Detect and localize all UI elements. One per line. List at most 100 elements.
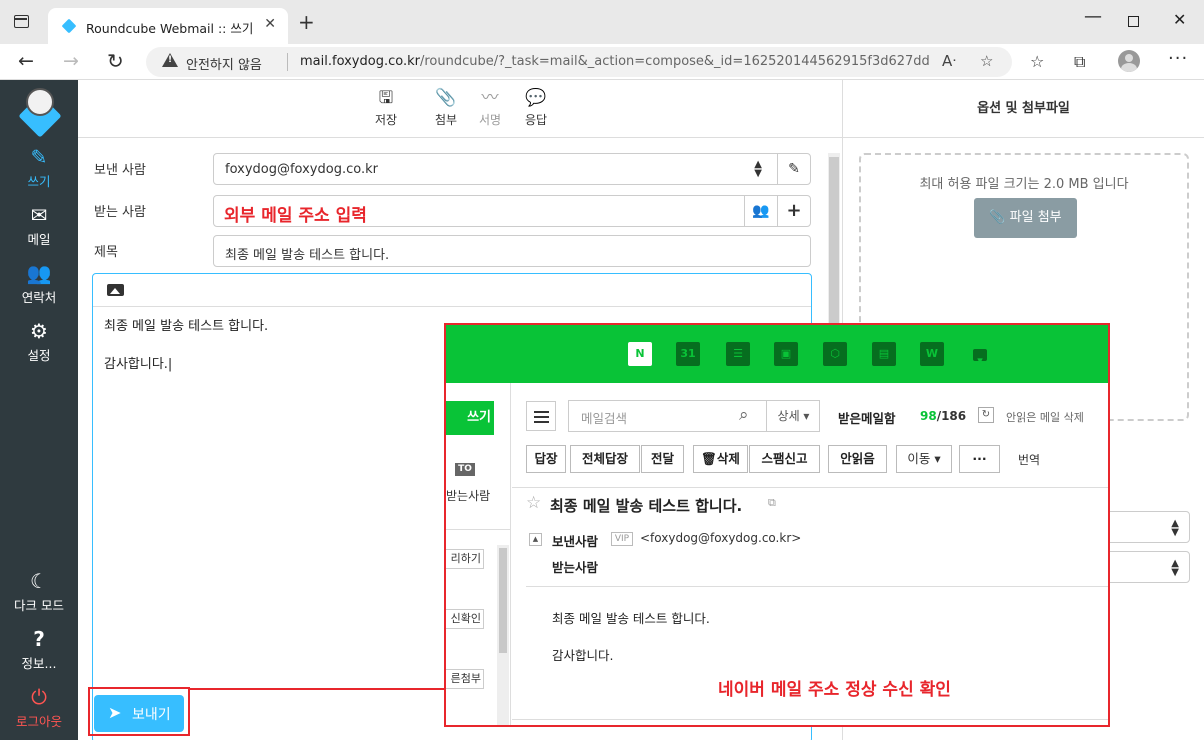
browser-tab[interactable]: Roundcube Webmail :: 쓰기 ✕	[48, 8, 288, 44]
url-text[interactable]: mail.foxydog.co.kr/roundcube/?_task=mail…	[300, 54, 930, 69]
star-icon[interactable]: ☆	[526, 493, 541, 513]
inbox-label[interactable]: 받은메일함	[838, 408, 896, 427]
edit-identity-icon[interactable]: ✎	[777, 154, 810, 184]
search-icon[interactable]: ⌕	[739, 405, 749, 425]
forward-button[interactable]: 전달	[641, 445, 684, 473]
warning-icon[interactable]	[162, 53, 178, 67]
to-field[interactable]: 외부 메일 주소 입력 👥 +	[213, 195, 811, 227]
url-field[interactable]: 안전하지 않음 mail.foxydog.co.kr/roundcube/?_t…	[146, 47, 1012, 77]
contacts-icon[interactable]: ▣	[774, 342, 798, 366]
list-icon[interactable]: ☰	[726, 342, 750, 366]
sidebar-item-compose[interactable]: ✎ 쓰기	[0, 146, 78, 190]
refresh-icon[interactable]: ↻	[978, 407, 994, 423]
reply-all-button[interactable]: 전체답장	[570, 445, 640, 473]
comment-icon: 💬	[525, 88, 547, 108]
new-tab-icon[interactable]: +	[298, 10, 315, 34]
naver-search-input[interactable]: 메일검색 ⌕ 상세 ▾	[568, 400, 820, 432]
paperclip-icon: 📎	[989, 210, 1006, 225]
compose-toolbar: 🖫 저장 📎 첨부 〰 서명 💬 응답	[78, 80, 842, 138]
naver-write-button[interactable]: 쓰기	[446, 401, 494, 435]
naver-app-bar: N 31 ☰ ▣ ⬡ ▤ W ▾	[446, 325, 1108, 383]
naver-left-column: 쓰기 TO 받는사람 리하기 신확인 른첨부	[446, 383, 511, 725]
sidebar-item-contacts[interactable]: 👥 연락처	[0, 262, 78, 306]
options-title: 옵션 및 첨부파일	[843, 80, 1204, 138]
mail-body-line-1: 최종 메일 발송 테스트 합니다.	[552, 611, 710, 626]
left-button-2[interactable]: 신확인	[446, 609, 484, 629]
sidebar-item-mail[interactable]: ✉ 메일	[0, 204, 78, 248]
maximize-icon[interactable]	[1128, 16, 1139, 27]
attach-button[interactable]: 📎 첨부	[421, 88, 471, 128]
read-aloud-icon[interactable]: Aᐧ	[942, 52, 956, 70]
to-me-label[interactable]: 받는사람	[446, 487, 490, 504]
address-bar: ← → ↻ 안전하지 않음 mail.foxydog.co.kr/roundcu…	[0, 44, 1204, 80]
sidebar-item-logout[interactable]: ⏻ 로그아웃	[0, 686, 78, 730]
reload-icon[interactable]: ↻	[107, 49, 124, 73]
subject-label: 제목	[94, 245, 118, 260]
to-label: 받는사람	[552, 560, 599, 575]
sidebar-item-settings[interactable]: ⚙ 설정	[0, 320, 78, 364]
paperclip-icon: 📎	[435, 88, 457, 108]
more-menu-icon[interactable]: ···	[1168, 48, 1188, 69]
delete-button[interactable]: 🗑삭제	[693, 445, 748, 473]
hamburger-menu-icon[interactable]	[526, 401, 556, 431]
users-icon: 👥	[26, 261, 52, 285]
forward-arrow-icon[interactable]: →	[63, 50, 79, 72]
signature-button[interactable]: 〰 서명	[465, 88, 515, 128]
sender-address[interactable]: <foxydog@foxydog.co.kr>	[640, 531, 801, 545]
delete-read-link[interactable]: 안읽은 메일 삭제	[1006, 409, 1084, 425]
vip-badge[interactable]: VIP	[611, 532, 633, 546]
more-apps-icon[interactable]: ▾	[973, 349, 987, 367]
max-size-note: 최대 허용 파일 크기는 2.0 MB 입니다	[919, 177, 1129, 192]
collapse-icon[interactable]: ▲	[529, 533, 542, 546]
add-header-icon[interactable]: +	[777, 196, 810, 226]
open-external-icon[interactable]: ⧉	[768, 496, 776, 510]
reply-button[interactable]: 답장	[526, 445, 566, 473]
favorites-icon[interactable]: ☆	[1030, 52, 1044, 71]
window-close-icon[interactable]: ✕	[1173, 10, 1186, 29]
envelope-icon: ✉	[30, 203, 48, 227]
from-select[interactable]: foxydog@foxydog.co.kr ▲ ▼ ✎	[213, 153, 811, 185]
security-warning[interactable]: 안전하지 않음	[186, 54, 262, 73]
save-button[interactable]: 🖫 저장	[361, 88, 411, 128]
select-arrows-icon: ▲ ▼	[754, 159, 762, 179]
mail-body-line-2: 감사합니다.	[552, 648, 614, 663]
address-book-icon[interactable]: 👥	[744, 196, 777, 226]
left-scrollbar[interactable]	[497, 545, 509, 725]
left-button-1[interactable]: 리하기	[446, 549, 484, 569]
minimize-icon[interactable]: —	[1084, 6, 1102, 27]
roundcube-logo[interactable]	[14, 86, 66, 138]
blog-icon[interactable]: W	[920, 342, 944, 366]
attach-file-button[interactable]: 📎 파일 첨부	[974, 198, 1077, 238]
edit-icon: ✎	[30, 145, 48, 169]
naver-mail-icon[interactable]: N	[628, 342, 652, 366]
favorite-add-icon[interactable]: ☆	[980, 52, 993, 70]
translate-link[interactable]: 번역	[1018, 451, 1040, 468]
image-icon[interactable]	[107, 284, 124, 296]
more-actions-button[interactable]: ···	[959, 445, 1000, 473]
close-tab-icon[interactable]: ✕	[264, 16, 276, 32]
back-arrow-icon[interactable]: ←	[18, 50, 34, 72]
left-button-3[interactable]: 른첨부	[446, 669, 484, 689]
sidebar-item-dark-mode[interactable]: ☾ 다크 모드	[0, 570, 78, 614]
mail-count: 98/186	[920, 409, 967, 423]
spam-report-button[interactable]: 스팸신고	[749, 445, 820, 473]
responses-button[interactable]: 💬 응답	[511, 88, 561, 128]
subject-field[interactable]: 최종 메일 발송 테스트 합니다.	[213, 235, 811, 267]
cube-icon[interactable]: ⬡	[823, 342, 847, 366]
office-icon[interactable]: ▤	[872, 342, 896, 366]
from-label: 보낸사람	[552, 534, 599, 549]
from-label: 보낸 사람	[94, 163, 146, 178]
calendar-icon[interactable]: 31	[676, 342, 700, 366]
search-option-dropdown[interactable]: 상세 ▾	[766, 401, 820, 431]
send-button-highlight	[88, 687, 190, 736]
floppy-icon: 🖫	[378, 88, 394, 108]
to-label: 받는 사람	[94, 205, 146, 220]
collections-icon[interactable]: ⧉	[1074, 52, 1085, 72]
tab-actions-icon[interactable]	[14, 15, 29, 28]
move-dropdown[interactable]: 이동 ▾	[896, 445, 952, 473]
mark-unread-button[interactable]: 안읽음	[828, 445, 887, 473]
received-caption: 네이버 메일 주소 정상 수신 확인	[718, 680, 951, 700]
power-icon: ⏻	[31, 685, 47, 709]
sidebar-item-about[interactable]: ? 정보...	[0, 628, 78, 672]
profile-avatar[interactable]	[1118, 50, 1140, 72]
